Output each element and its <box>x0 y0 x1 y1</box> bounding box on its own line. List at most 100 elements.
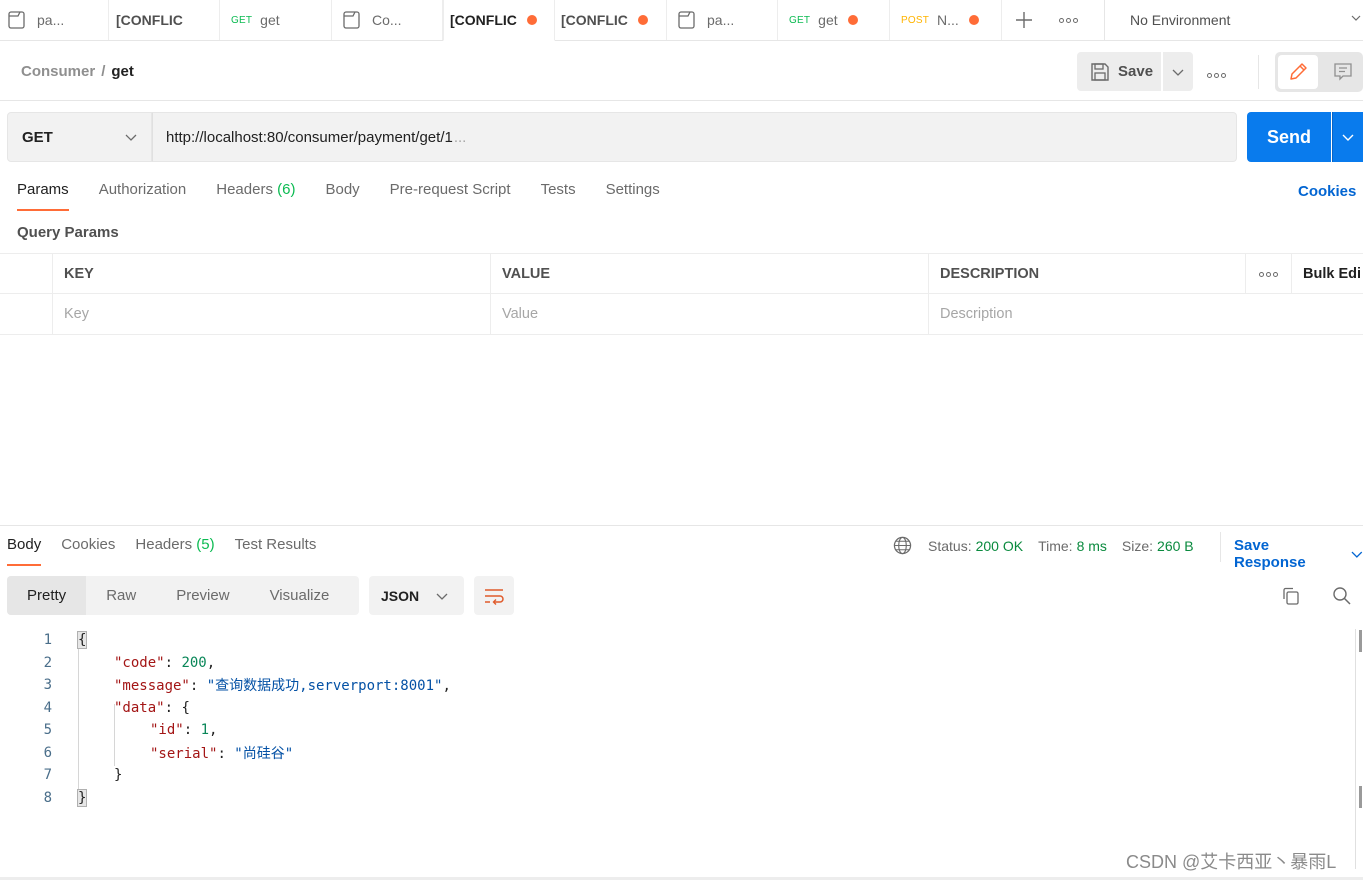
editor-scrollbar[interactable] <box>1355 629 1356 869</box>
save-response-button[interactable]: Save Response <box>1234 537 1363 571</box>
line-number: 8 <box>43 789 52 806</box>
tab-settings[interactable]: Settings <box>606 181 660 211</box>
response-body-editor[interactable]: 1 { 2 "code": 200, 3 "message": "查询数据成功,… <box>0 629 1355 809</box>
code-line: 8 } <box>0 787 1355 810</box>
send-label: Send <box>1266 126 1311 147</box>
document-icon <box>343 11 360 29</box>
unsaved-dot-icon <box>968 15 979 25</box>
tab-label: Body <box>325 181 360 198</box>
brace-open: { <box>181 699 190 716</box>
size-value[interactable]: 260 B <box>1157 538 1194 554</box>
response-tab-headers[interactable]: Headers (5) <box>135 536 214 566</box>
save-button[interactable]: Save <box>1077 52 1161 91</box>
line-number: 2 <box>43 654 52 671</box>
json-value: 200 <box>181 654 207 671</box>
wrap-lines-button[interactable] <box>474 576 514 615</box>
view-raw[interactable]: Raw <box>86 576 156 615</box>
response-tab-cookies[interactable]: Cookies <box>61 536 115 566</box>
tab-doc[interactable]: pa... <box>667 0 778 40</box>
line-number: 4 <box>43 699 52 716</box>
send-options-button[interactable] <box>1332 112 1363 162</box>
pencil-icon <box>1290 63 1307 80</box>
status-value[interactable]: 200 OK <box>976 538 1023 554</box>
chevron-down-icon <box>125 134 137 141</box>
tab-doc[interactable]: Co... <box>332 0 443 40</box>
edit-mode-button[interactable] <box>1278 55 1318 89</box>
tab-doc[interactable]: pa... <box>0 0 109 40</box>
code-line: 4 "data": { <box>0 697 1355 720</box>
comments-mode-button[interactable] <box>1323 55 1363 89</box>
row-checkbox-cell <box>0 294 53 334</box>
request-more-button[interactable] <box>1207 65 1226 81</box>
time-value[interactable]: 8 ms <box>1077 538 1107 554</box>
query-params-title: Query Params <box>17 224 119 241</box>
status-label: Status: <box>928 537 972 554</box>
tab-pre-request-script[interactable]: Pre-request Script <box>390 181 511 211</box>
search-button[interactable] <box>1332 586 1352 609</box>
tab-tests[interactable]: Tests <box>541 181 576 211</box>
tab-label: Cookies <box>61 536 116 553</box>
tab-request-get[interactable]: GET get <box>778 0 890 40</box>
column-header-value: VALUE <box>491 254 929 294</box>
save-icon <box>1091 62 1109 81</box>
tab-label: Headers <box>216 181 273 198</box>
response-divider[interactable] <box>0 525 1363 526</box>
view-pretty[interactable]: Pretty <box>7 576 87 615</box>
chevron-down-icon <box>1172 69 1184 76</box>
view-visualize[interactable]: Visualize <box>250 576 350 615</box>
cookies-link[interactable]: Cookies <box>1298 183 1356 200</box>
tab-label: Co... <box>372 12 402 28</box>
tab-params[interactable]: Params <box>17 181 69 211</box>
url-input[interactable]: http://localhost:80/consumer/payment/get… <box>152 112 1237 162</box>
tab-request-post[interactable]: POST N... <box>890 0 1002 40</box>
tabs-more-button[interactable] <box>1046 0 1090 40</box>
line-number: 5 <box>43 722 52 739</box>
tab-conflict-active[interactable]: [CONFLIC <box>443 0 555 41</box>
tab-conflict[interactable]: [CONFLIC <box>555 0 667 40</box>
save-response-label: Save Response <box>1234 537 1306 571</box>
breadcrumb-collection[interactable]: Consumer <box>21 63 95 80</box>
code-line: 5 "id": 1, <box>0 719 1355 742</box>
view-preview[interactable]: Preview <box>156 576 249 615</box>
code-line: 6 "serial": "尚硅谷" <box>0 742 1355 765</box>
tab-conflict[interactable]: [CONFLIC <box>109 0 220 40</box>
environment-select[interactable]: No Environment <box>1104 0 1363 40</box>
tab-label: [CONFLIC <box>561 12 628 28</box>
json-punct: , <box>206 654 216 671</box>
json-key: "data" <box>114 699 165 716</box>
globe-icon[interactable] <box>893 536 912 555</box>
tab-label: pa... <box>37 12 65 28</box>
key-input[interactable]: Key <box>53 294 491 334</box>
column-options-button[interactable] <box>1246 254 1292 294</box>
tab-request-get[interactable]: GET get <box>220 0 332 40</box>
line-number: 1 <box>43 632 52 649</box>
tab-body[interactable]: Body <box>325 181 359 211</box>
json-value: "查询数据成功,serverport:8001" <box>206 678 443 695</box>
divider <box>1220 532 1221 562</box>
new-tab-button[interactable] <box>1002 0 1046 40</box>
save-options-button[interactable] <box>1163 52 1193 91</box>
watermark: CSDN @艾卡西亚丶暴雨L <box>1126 852 1337 872</box>
size-label: Size: <box>1121 537 1154 554</box>
chevron-down-icon <box>1342 134 1354 141</box>
request-name[interactable]: get <box>111 63 134 80</box>
bulk-edit-button[interactable]: Bulk Edi <box>1292 254 1363 294</box>
tab-headers[interactable]: Headers (6) <box>216 181 295 211</box>
divider <box>1258 55 1259 89</box>
format-select[interactable]: JSON <box>369 576 464 615</box>
format-value: JSON <box>381 587 420 604</box>
tab-label: Settings <box>605 181 660 198</box>
value-input[interactable]: Value <box>491 294 929 334</box>
time-label: Time: <box>1038 537 1073 554</box>
description-input[interactable]: Description <box>929 294 1363 334</box>
brace-close: } <box>114 767 123 784</box>
copy-button[interactable] <box>1281 586 1301 609</box>
code-line: 1 { <box>0 629 1355 652</box>
method-select[interactable]: GET <box>7 112 152 162</box>
save-label: Save <box>1118 63 1154 80</box>
tab-authorization[interactable]: Authorization <box>99 181 187 211</box>
response-tab-body[interactable]: Body <box>7 536 42 566</box>
send-button[interactable]: Send <box>1247 112 1331 162</box>
response-tab-test-results[interactable]: Test Results <box>235 536 317 566</box>
wrap-lines-icon <box>485 588 504 605</box>
